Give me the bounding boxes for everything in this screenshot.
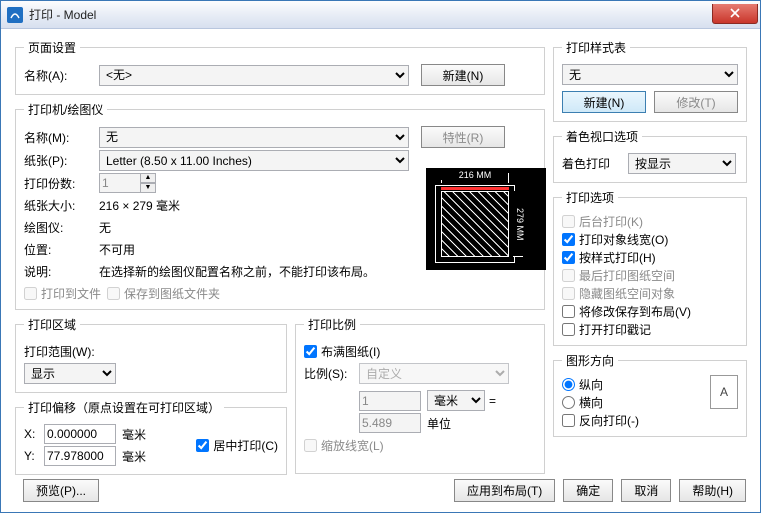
print-range-select[interactable]: 显示 [24,363,116,384]
titlebar[interactable]: 打印 - Model [1,1,760,29]
center-print-check[interactable]: 居中打印(C) [196,437,278,454]
shade-select[interactable]: 按显示 [628,153,736,174]
scale-unit-bottom-input [359,413,421,433]
style-table-group: 打印样式表 无 新建(N) 修改(T) [553,39,747,122]
opt-lineweight-check[interactable]: 打印对象线宽(O) [562,231,738,248]
orientation-group: 图形方向 纵向 横向 反向打印(-) A [553,352,747,437]
print-area-legend: 打印区域 [24,316,80,333]
print-area-group: 打印区域 打印范围(W): 显示 [15,316,287,393]
desc-value: 在选择新的绘图仪配置名称之前，不能打印该布局。 [99,263,375,280]
preview-button[interactable]: 预览(P)... [23,479,99,502]
plotter-value: 无 [99,219,111,236]
printer-name-select[interactable]: 无 [99,127,409,148]
shade-group: 着色视口选项 着色打印 按显示 [553,128,747,183]
scale-unit-top-input [359,391,421,411]
page-setup-group: 页面设置 名称(A): <无> 新建(N) [15,39,545,95]
preview-height-dim: 279 MM [511,191,525,257]
print-options-legend: 打印选项 [562,189,618,206]
print-scale-group: 打印比例 布满图纸(I) 比例(S): 自定义 毫米 = [295,316,545,474]
offset-y-input[interactable] [44,446,116,466]
style-new-button[interactable]: 新建(N) [562,91,646,113]
scale-ratio-label: 比例(S): [304,365,359,382]
printer-legend: 打印机/绘图仪 [24,101,107,118]
print-range-label: 打印范围(W): [24,343,95,360]
ok-button[interactable]: 确定 [563,479,613,502]
print-dialog: 打印 - Model 页面设置 名称(A): <无> 新建(N) 打印机/绘图 [0,0,761,513]
offset-x-label: X: [24,427,44,441]
orientation-icon: A [710,375,738,409]
page-new-button[interactable]: 新建(N) [421,64,505,86]
papersize-label: 纸张大小: [24,197,99,214]
location-label: 位置: [24,241,99,258]
paper-select[interactable]: Letter (8.50 x 11.00 Inches) [99,150,409,171]
printer-name-label: 名称(M): [24,129,99,146]
opt-savelayout-check[interactable]: 将修改保存到布局(V) [562,303,738,320]
copies-input [99,173,141,193]
opt-stamp-check[interactable]: 打开打印戳记 [562,321,738,338]
scale-unit-select[interactable]: 毫米 [427,390,485,411]
help-button[interactable]: 帮助(H) [679,479,746,502]
copies-spinner[interactable]: ▲▼ [140,173,156,193]
page-name-select[interactable]: <无> [99,65,409,86]
fit-paper-check[interactable]: 布满图纸(I) [304,343,380,360]
scale-lineweight-check: 缩放线宽(L) [304,437,384,454]
print-scale-legend: 打印比例 [304,316,360,333]
page-name-label: 名称(A): [24,67,99,84]
paper-preview: 216 MM 279 MM [426,168,546,270]
style-table-legend: 打印样式表 [562,39,630,56]
app-icon [7,7,23,23]
print-to-file-check: 打印到文件 [24,285,101,302]
offset-y-unit: 毫米 [122,448,146,465]
apply-layout-button[interactable]: 应用到布局(T) [454,479,555,502]
page-setup-legend: 页面设置 [24,39,80,56]
copies-label: 打印份数: [24,175,99,192]
scale-unit-label: 单位 [427,415,485,432]
print-offset-legend: 打印偏移（原点设置在可打印区域） [24,399,224,416]
offset-x-unit: 毫米 [122,426,146,443]
offset-y-label: Y: [24,449,44,463]
save-to-sheet-check: 保存到图纸文件夹 [107,285,220,302]
print-options-group: 打印选项 后台打印(K) 打印对象线宽(O) 按样式打印(H) 最后打印图纸空间… [553,189,747,346]
desc-label: 说明: [24,263,99,280]
style-table-select[interactable]: 无 [562,64,738,85]
close-button[interactable] [712,4,758,24]
preview-width-dim: 216 MM [441,170,509,180]
orientation-legend: 图形方向 [562,352,618,369]
window-title: 打印 - Model [29,6,712,23]
offset-x-input[interactable] [44,424,116,444]
orient-portrait-radio[interactable]: 纵向 [562,376,710,393]
orient-landscape-radio[interactable]: 横向 [562,394,710,411]
opt-bystyle-check[interactable]: 按样式打印(H) [562,249,738,266]
shade-label: 着色打印 [562,155,628,172]
opt-lastpaper-check: 最后打印图纸空间 [562,267,738,284]
location-value: 不可用 [99,241,135,258]
scale-eq: = [489,394,496,408]
plotter-label: 绘图仪: [24,219,99,236]
orient-upside-check[interactable]: 反向打印(-) [562,412,710,429]
opt-bgprint-check: 后台打印(K) [562,213,738,230]
style-edit-button: 修改(T) [654,91,738,113]
scale-ratio-select: 自定义 [359,363,509,384]
cancel-button[interactable]: 取消 [621,479,671,502]
print-offset-group: 打印偏移（原点设置在可打印区域） X: 毫米 Y: [15,399,287,475]
printer-props-button: 特性(R) [421,126,505,148]
printer-group: 打印机/绘图仪 名称(M): 无 特性(R) 纸张(P): Letter (8.… [15,101,545,310]
shade-legend: 着色视口选项 [562,128,642,145]
papersize-value: 216 × 279 毫米 [99,197,180,214]
paper-label: 纸张(P): [24,152,99,169]
opt-hidepaper-check: 隐藏图纸空间对象 [562,285,738,302]
